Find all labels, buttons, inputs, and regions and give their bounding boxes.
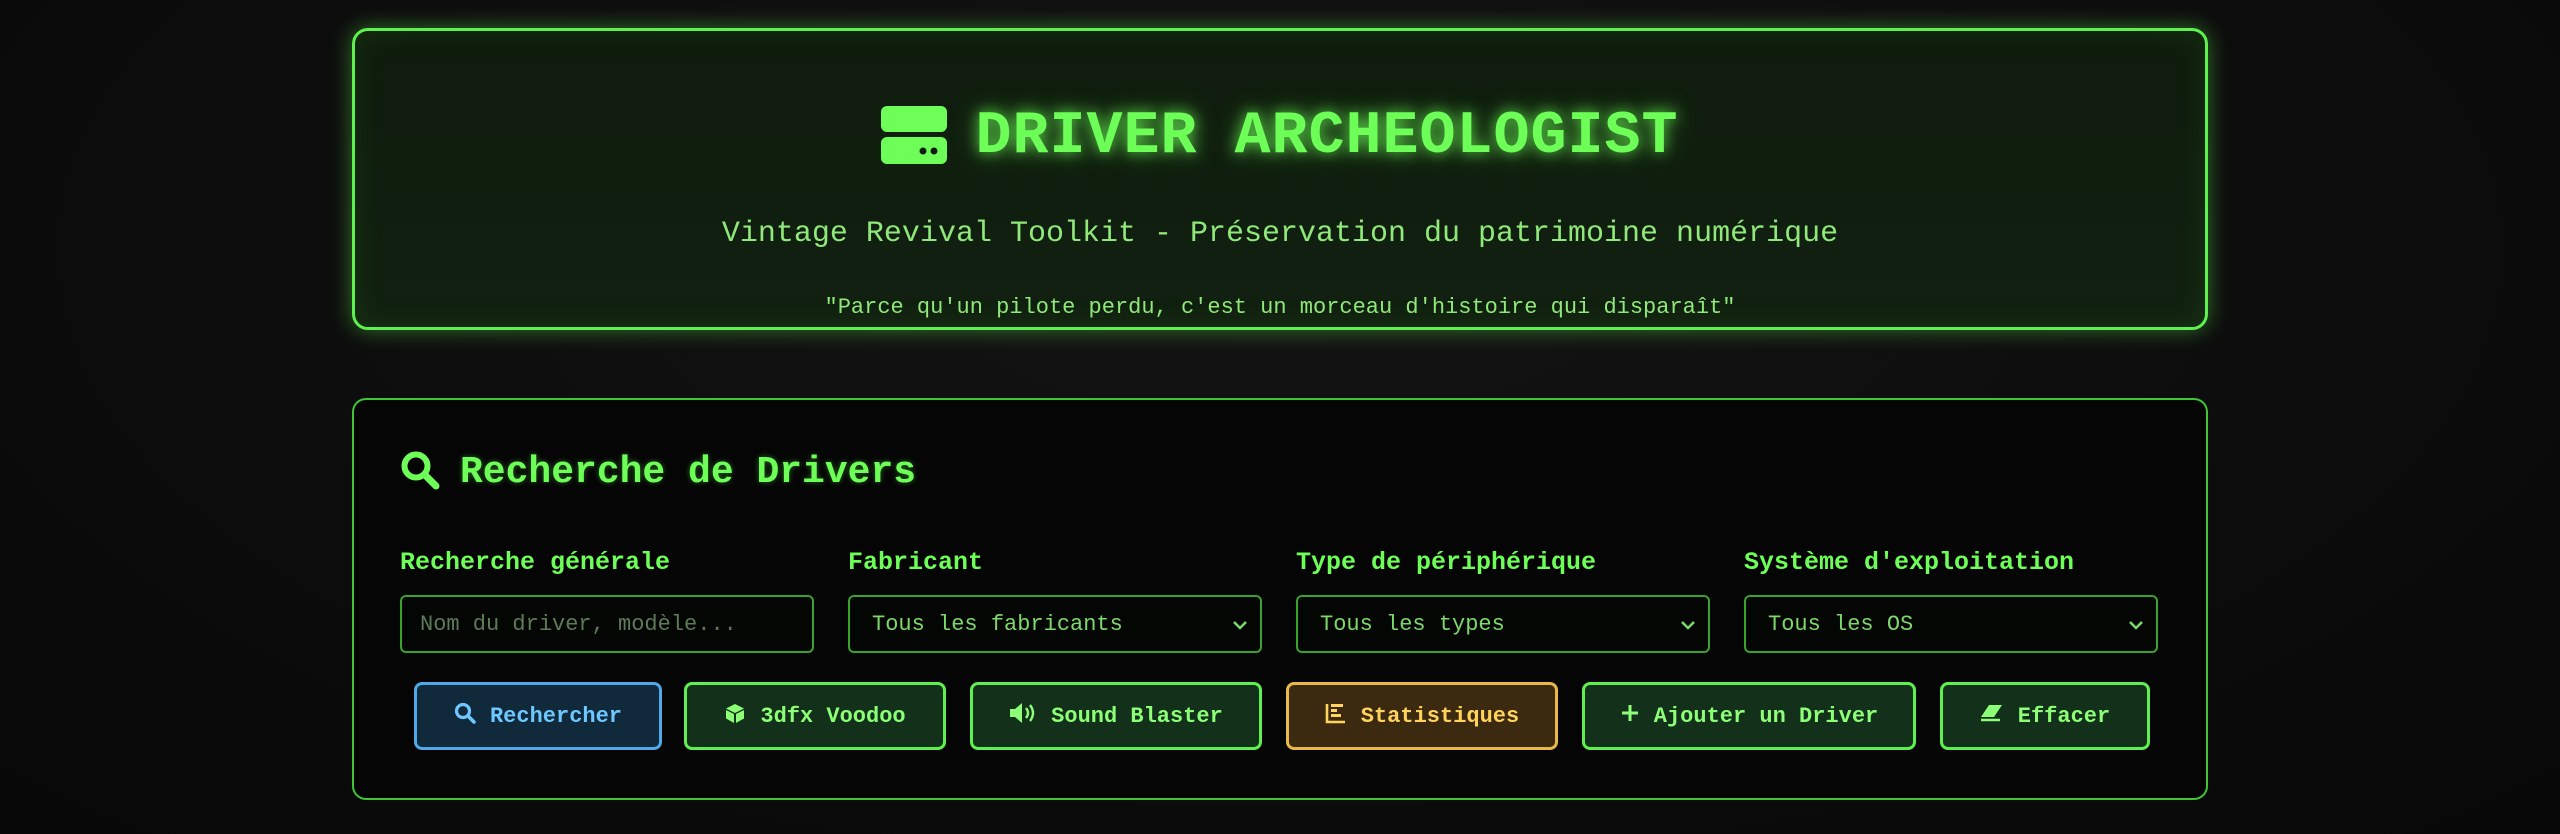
- plus-icon: [1620, 703, 1640, 730]
- chevron-down-icon: [1230, 615, 1250, 642]
- search-button-label: Rechercher: [489, 703, 623, 729]
- search-button[interactable]: Rechercher: [414, 682, 662, 750]
- os-select[interactable]: Tous les OS: [1744, 595, 2158, 653]
- search-icon: [454, 702, 476, 731]
- general-search-label: Recherche générale: [400, 548, 671, 577]
- manufacturer-select-value: Tous les fabricants: [872, 611, 1123, 637]
- cube-icon: [724, 702, 746, 731]
- manufacturer-select[interactable]: Tous les fabricants: [848, 595, 1262, 653]
- manufacturer-label: Fabricant: [848, 548, 984, 577]
- chart-bar-icon: [1325, 702, 1347, 731]
- device-type-select[interactable]: Tous les types: [1296, 595, 1710, 653]
- speaker-icon: [1009, 702, 1037, 731]
- add-driver-button-label: Ajouter un Driver: [1653, 703, 1879, 729]
- app-subtitle: Vintage Revival Toolkit - Préservation d…: [721, 217, 1839, 251]
- search-panel-title-text: Recherche de Drivers: [460, 451, 917, 494]
- statistics-button[interactable]: Statistiques: [1286, 682, 1558, 750]
- header-banner: DRIVER ARCHEOLOGIST Vintage Revival Tool…: [352, 28, 2208, 330]
- app-quote: "Parce qu'un pilote perdu, c'est un morc…: [824, 295, 1736, 320]
- os-label: Système d'exploitation: [1744, 548, 2075, 577]
- general-search-input[interactable]: Nom du driver, modèle...: [400, 595, 814, 653]
- eraser-icon: [1980, 703, 2004, 730]
- search-panel: Recherche de Drivers Recherche générale …: [352, 398, 2208, 800]
- app-title: DRIVER ARCHEOLOGIST: [355, 103, 2205, 171]
- add-driver-button[interactable]: Ajouter un Driver: [1582, 682, 1916, 750]
- chevron-down-icon: [2126, 615, 2146, 642]
- app-title-text: DRIVER ARCHEOLOGIST: [975, 103, 1679, 171]
- voodoo-button-label: 3dfx Voodoo: [760, 703, 906, 729]
- manufacturer-field: Fabricant Tous les fabricants: [848, 548, 1264, 653]
- general-search-field: Recherche générale Nom du driver, modèle…: [400, 548, 816, 653]
- soundblaster-button-label: Sound Blaster: [1051, 703, 1223, 729]
- clear-button-label: Effacer: [2017, 703, 2111, 729]
- statistics-button-label: Statistiques: [1360, 703, 1520, 729]
- device-type-field: Type de périphérique Tous les types: [1296, 548, 1712, 653]
- os-select-value: Tous les OS: [1768, 611, 1914, 637]
- search-icon: [400, 450, 440, 495]
- voodoo-button[interactable]: 3dfx Voodoo: [684, 682, 946, 750]
- server-icon: [881, 105, 948, 169]
- soundblaster-button[interactable]: Sound Blaster: [970, 682, 1262, 750]
- search-panel-title: Recherche de Drivers: [400, 450, 916, 495]
- general-search-placeholder: Nom du driver, modèle...: [420, 611, 737, 637]
- chevron-down-icon: [1678, 615, 1698, 642]
- os-field: Système d'exploitation Tous les OS: [1744, 548, 2160, 653]
- clear-button[interactable]: Effacer: [1940, 682, 2150, 750]
- device-type-select-value: Tous les types: [1320, 611, 1505, 637]
- device-type-label: Type de périphérique: [1296, 548, 1597, 577]
